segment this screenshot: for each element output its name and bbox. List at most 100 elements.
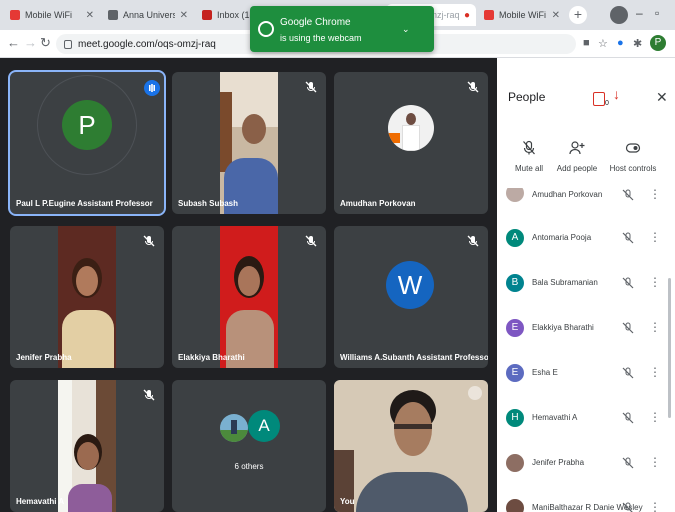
close-tab-icon[interactable]: ✕ bbox=[86, 10, 94, 21]
participant-name: Bala Subramanian bbox=[532, 278, 598, 287]
close-tab-icon[interactable]: ✕ bbox=[180, 10, 188, 21]
webcam-icon bbox=[258, 21, 274, 37]
participant-photo bbox=[506, 188, 524, 202]
participant-name: Hemavathi A bbox=[532, 413, 578, 422]
participant-list-scrollbar[interactable] bbox=[668, 278, 671, 418]
close-tab-icon[interactable]: ✕ bbox=[552, 10, 560, 21]
list-item[interactable]: E Esha E ⋮ bbox=[497, 356, 669, 401]
more-options-icon[interactable]: ⋮ bbox=[649, 411, 661, 423]
maximize-icon[interactable]: ▫ bbox=[655, 6, 659, 20]
forward-arrow-icon[interactable]: → bbox=[24, 35, 37, 50]
mic-off-icon[interactable] bbox=[621, 501, 635, 512]
participant-tile[interactable]: Subash Subash bbox=[172, 72, 326, 214]
mic-off-icon[interactable] bbox=[621, 411, 635, 425]
arrow-down-icon: ↓ bbox=[613, 86, 620, 102]
extensions-puzzle-icon[interactable]: ✱ bbox=[633, 37, 642, 50]
avatar: W bbox=[386, 261, 434, 309]
list-item[interactable]: Amudhan Porkovan ⋮ bbox=[497, 188, 669, 221]
tab-mobile-wifi[interactable]: Mobile WiFi ✕ bbox=[4, 4, 100, 26]
minimize-icon[interactable]: – bbox=[636, 6, 643, 20]
mic-off-icon[interactable] bbox=[621, 321, 635, 335]
gmail-favicon-icon bbox=[202, 10, 212, 20]
more-options-icon[interactable]: ⋮ bbox=[649, 231, 661, 243]
wifi-favicon-icon bbox=[10, 10, 20, 20]
count-badge: 0 bbox=[605, 100, 609, 107]
participant-name: You bbox=[340, 497, 355, 506]
add-people-label: Add people bbox=[556, 164, 598, 173]
list-item[interactable]: A Antomaria Pooja ⋮ bbox=[497, 221, 669, 266]
meeting-grid: P Paul L P.Eugine Assistant Professor Su… bbox=[0, 58, 497, 512]
extension-icon[interactable]: ● bbox=[617, 37, 624, 49]
list-item[interactable]: B Bala Subramanian ⋮ bbox=[497, 266, 669, 311]
tab-anna-university[interactable]: Anna University Examinations ✕ bbox=[102, 4, 194, 26]
avatar: A bbox=[506, 229, 524, 247]
notification-title: Google Chrome bbox=[280, 17, 351, 28]
more-options-icon[interactable]: ⋮ bbox=[649, 276, 661, 288]
close-icon[interactable]: ✕ bbox=[656, 89, 668, 106]
document-favicon-icon bbox=[108, 10, 118, 20]
tab-gmail-inbox[interactable]: Inbox (18) - ee bbox=[196, 4, 256, 26]
new-tab-button[interactable]: + bbox=[569, 6, 587, 24]
mic-off-icon[interactable] bbox=[621, 456, 635, 470]
more-options-icon[interactable]: ⋮ bbox=[649, 501, 661, 512]
participant-tile[interactable]: P Paul L P.Eugine Assistant Professor bbox=[8, 70, 166, 216]
mic-off-icon bbox=[523, 140, 535, 155]
more-options-icon[interactable]: ⋮ bbox=[649, 456, 661, 468]
media-control-icon[interactable] bbox=[610, 6, 628, 24]
more-options-icon[interactable]: ⋮ bbox=[649, 366, 661, 378]
list-item[interactable]: E Elakkiya Bharathi ⋮ bbox=[497, 311, 669, 356]
mic-off-icon[interactable] bbox=[621, 276, 635, 290]
list-item[interactable]: H Hemavathi A ⋮ bbox=[497, 401, 669, 446]
avatar: E bbox=[506, 319, 524, 337]
more-options-icon[interactable]: ⋮ bbox=[649, 188, 661, 200]
bookmark-star-icon[interactable]: ☆ bbox=[598, 37, 608, 50]
mic-off-icon bbox=[468, 386, 482, 400]
add-people-button[interactable]: Add people bbox=[547, 140, 607, 173]
mic-off-icon bbox=[467, 235, 479, 247]
avatar: P bbox=[62, 100, 112, 150]
recording-dot-icon: ● bbox=[463, 9, 470, 21]
chevron-down-icon[interactable]: ⌄ bbox=[402, 24, 410, 35]
panel-title: People bbox=[508, 90, 546, 104]
list-item[interactable]: Jenifer Prabha ⋮ bbox=[497, 446, 669, 491]
webcam-in-use-notification[interactable]: Google Chrome is using the webcam ⌄ bbox=[250, 6, 434, 52]
lock-icon bbox=[64, 39, 72, 49]
self-tile[interactable]: You bbox=[334, 380, 488, 512]
participant-name: Antomaria Pooja bbox=[532, 233, 592, 242]
reload-icon[interactable]: ↻ bbox=[40, 35, 51, 51]
tab-mobile-wifi-2[interactable]: Mobile WiFi ✕ bbox=[478, 4, 566, 26]
mic-off-icon bbox=[305, 81, 317, 93]
list-item[interactable]: ManiBalthazar R Danie Wesley ⋮ bbox=[497, 491, 669, 512]
self-video bbox=[334, 380, 488, 512]
participant-tile[interactable]: W Williams A.Subanth Assistant Professor bbox=[334, 226, 488, 368]
participant-tile[interactable]: Elakkiya Bharathi bbox=[172, 226, 326, 368]
host-controls-button[interactable]: Host controls bbox=[603, 140, 663, 173]
mic-off-icon[interactable] bbox=[621, 231, 635, 245]
avatar: E bbox=[506, 364, 524, 382]
mic-off-icon bbox=[143, 235, 155, 247]
url-text: meet.google.com/oqs-omzj-raq bbox=[78, 38, 216, 50]
host-controls-label: Host controls bbox=[609, 164, 657, 173]
mute-all-label: Mute all bbox=[514, 164, 543, 173]
host-controls-icon bbox=[625, 143, 641, 153]
participant-name: Amudhan Porkovan bbox=[340, 199, 416, 208]
participant-name: Hemavathi A bbox=[16, 497, 65, 506]
participant-tile[interactable]: Jenifer Prabha bbox=[10, 226, 164, 368]
mic-off-icon bbox=[143, 389, 155, 401]
mic-off-icon[interactable] bbox=[621, 188, 635, 202]
camera-in-use-icon[interactable]: ■ bbox=[583, 37, 590, 49]
participant-photo bbox=[506, 454, 524, 472]
participant-name: Elakkiya Bharathi bbox=[178, 353, 245, 362]
more-options-icon[interactable]: ⋮ bbox=[649, 321, 661, 333]
back-arrow-icon[interactable]: ← bbox=[7, 35, 20, 50]
add-person-icon bbox=[569, 141, 585, 155]
participant-tile[interactable]: Hemavathi A bbox=[10, 380, 164, 512]
notification-message: is using the webcam bbox=[280, 33, 362, 43]
participant-tile[interactable]: Amudhan Porkovan bbox=[334, 72, 488, 214]
participant-name: Williams A.Subanth Assistant Professor bbox=[340, 353, 488, 362]
clipboard-check-icon[interactable] bbox=[593, 92, 605, 106]
profile-avatar[interactable]: P bbox=[650, 35, 666, 51]
mic-off-icon[interactable] bbox=[621, 366, 635, 380]
others-tile[interactable]: A 6 others bbox=[172, 380, 326, 512]
participant-photo bbox=[506, 499, 524, 512]
